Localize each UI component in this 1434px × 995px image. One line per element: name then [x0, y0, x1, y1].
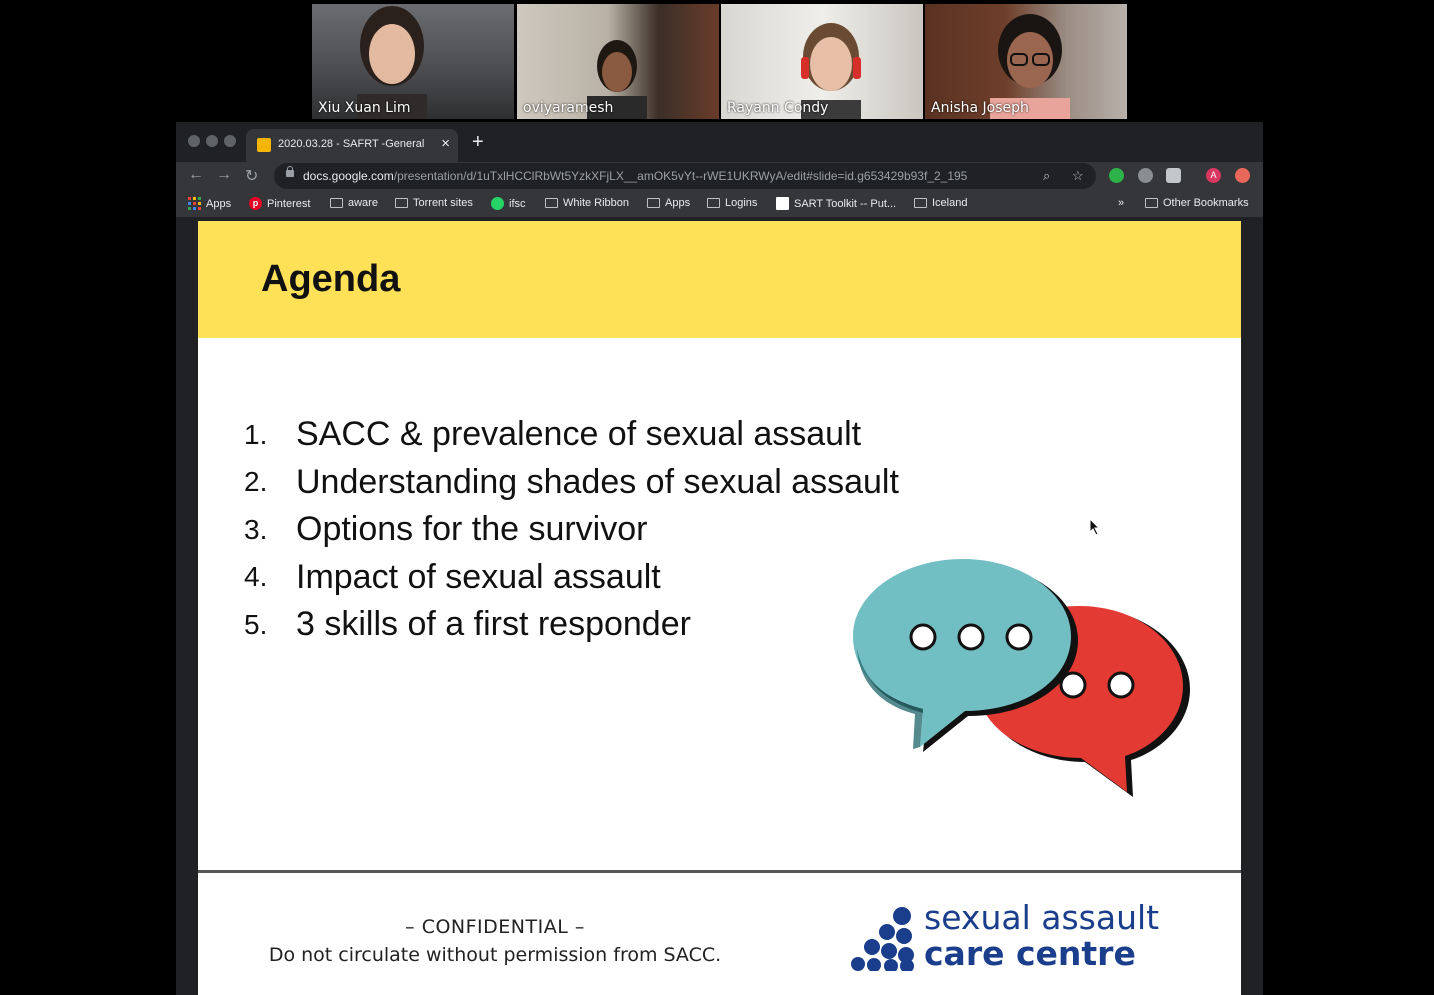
folder-icon: [707, 198, 720, 208]
agenda-list: 1. SACC & prevalence of sexual assault 2.…: [244, 411, 899, 649]
window-minimize-button[interactable]: [206, 135, 218, 147]
back-icon[interactable]: ←: [188, 166, 204, 184]
bookmark-iceland[interactable]: Iceland: [914, 197, 967, 209]
agenda-item: 5. 3 skills of a first responder: [244, 605, 691, 644]
confidential-notice: – CONFIDENTIAL – Do not circulate withou…: [198, 916, 792, 966]
bookmark-aware[interactable]: aware: [330, 197, 378, 209]
agenda-item: 2. Understanding shades of sexual assault: [244, 462, 899, 501]
bookmark-logins[interactable]: Logins: [707, 197, 757, 209]
pinterest-icon: p: [249, 197, 262, 210]
participant-name: oviyaramesh: [523, 100, 614, 116]
window-maximize-button[interactable]: [224, 135, 236, 147]
apps-grid-icon: [188, 197, 201, 210]
agenda-item: 1. SACC & prevalence of sexual assault: [244, 415, 862, 454]
folder-icon: [1145, 198, 1158, 208]
bookmarks-overflow-button[interactable]: »: [1118, 197, 1124, 209]
lock-icon: [286, 166, 294, 177]
folder-icon: [647, 198, 660, 208]
slide-title: Agenda: [261, 258, 401, 300]
bookmarks-bar: Apps p Pinterest aware Torrent sites ifs…: [176, 190, 1263, 218]
new-tab-button[interactable]: +: [472, 131, 484, 154]
bookmark-apps[interactable]: Apps: [188, 197, 231, 210]
extension-icon[interactable]: [1235, 168, 1250, 183]
other-bookmarks[interactable]: Other Bookmarks: [1145, 197, 1249, 209]
participant-tile[interactable]: Rayann Condy: [721, 4, 923, 119]
forward-icon[interactable]: →: [216, 166, 232, 184]
speech-bubbles-icon: [853, 559, 1190, 797]
bookmark-pinterest[interactable]: p Pinterest: [249, 197, 310, 210]
bookmark-sart-toolkit[interactable]: SART Toolkit -- Put...: [776, 197, 896, 210]
folder-icon: [914, 198, 927, 208]
profile-avatar[interactable]: A: [1206, 168, 1221, 183]
reload-icon[interactable]: ↻: [245, 166, 258, 186]
sacc-logo: sexual assault care centre: [850, 901, 1210, 973]
participant-name: Anisha Joseph: [931, 100, 1029, 116]
mouse-cursor-icon: [1089, 518, 1101, 536]
page-icon: [776, 197, 789, 210]
participant-tile[interactable]: Anisha Joseph: [925, 4, 1127, 119]
circulation-notice: Do not circulate without permission from…: [268, 944, 722, 966]
search-icon[interactable]: ⌕: [1043, 168, 1050, 184]
bookmark-apps-folder[interactable]: Apps: [647, 197, 690, 209]
star-icon[interactable]: ☆: [1072, 168, 1084, 184]
folder-icon: [330, 198, 343, 208]
tab-close-icon[interactable]: ×: [441, 135, 450, 152]
slides-icon: [257, 138, 271, 152]
footer-divider: [198, 870, 1241, 873]
bookmark-torrent-sites[interactable]: Torrent sites: [395, 197, 473, 209]
logo-line1: sexual assault: [924, 898, 1160, 937]
address-bar[interactable]: docs.google.com/presentation/d/1uTxlHCCl…: [274, 163, 1096, 189]
cast-extension-icon[interactable]: [1166, 168, 1181, 183]
folder-icon: [545, 198, 558, 208]
logo-dots-icon: [851, 907, 914, 971]
participant-name: Xiu Xuan Lim: [318, 100, 411, 116]
agenda-item: 3. Options for the survivor: [244, 510, 648, 549]
agenda-item: 4. Impact of sexual assault: [244, 557, 661, 596]
tab-title: 2020.03.28 - SAFRT -General P: [278, 138, 428, 150]
window-close-button[interactable]: [188, 135, 200, 147]
presentation-slide: Agenda 1. SACC & prevalence of sexual ass…: [198, 221, 1241, 995]
url-text[interactable]: docs.google.com/presentation/d/1uTxlHCCl…: [303, 169, 967, 183]
logo-line2: care centre: [924, 934, 1136, 973]
slide-header: Agenda: [198, 221, 1241, 338]
participant-name: Rayann Condy: [727, 100, 829, 116]
bookmark-ifsc[interactable]: ifsc: [491, 197, 526, 210]
confidential-label: – CONFIDENTIAL –: [405, 916, 585, 938]
tab-bar: 2020.03.28 - SAFRT -General P × +: [176, 122, 1263, 162]
whatsapp-icon: [491, 197, 504, 210]
evernote-extension-icon[interactable]: [1109, 168, 1124, 183]
extension-icon[interactable]: [1138, 168, 1153, 183]
participant-tile[interactable]: Xiu Xuan Lim: [312, 4, 514, 119]
folder-icon: [395, 198, 408, 208]
browser-tab[interactable]: 2020.03.28 - SAFRT -General P ×: [246, 129, 458, 162]
bookmark-white-ribbon[interactable]: White Ribbon: [545, 197, 629, 209]
browser-toolbar: ← → ↻ docs.google.com/presentation/d/1uT…: [176, 162, 1263, 190]
participant-tile[interactable]: oviyaramesh: [517, 4, 719, 119]
